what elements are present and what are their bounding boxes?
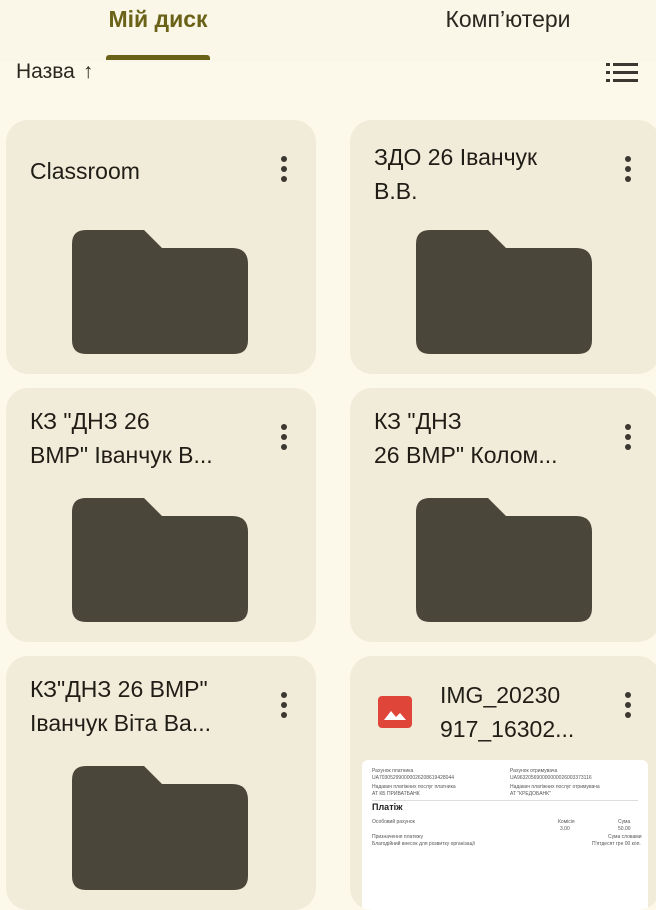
image-icon (378, 696, 412, 728)
folder-icon (72, 498, 248, 622)
folder-icon (72, 766, 248, 890)
thumb-purpose-label: Призначення платежу (372, 834, 424, 840)
thumb-payer-account: UA703052990000026208619428044 (372, 775, 455, 781)
thumb-commission-label: Комісія (558, 819, 575, 825)
sort-label: Назва (16, 60, 75, 83)
more-options-icon[interactable] (276, 156, 292, 196)
sort-button[interactable]: Назва ↑ (16, 58, 93, 86)
item-title: ЗДО 26 Іванчук В.В. (374, 144, 538, 204)
item-title: КЗ "ДНЗ 26 ВМР" Іванчук В... (30, 408, 213, 468)
item-title: КЗ "ДНЗ 26 ВМР" Колом... (374, 408, 558, 468)
more-options-icon[interactable] (620, 424, 636, 464)
folder-icon (416, 230, 592, 354)
thumb-recipient-bank: АТ "КРЕДОБАНК" (510, 791, 551, 797)
thumb-personal-account: Особовий рахунок (372, 819, 415, 825)
grid-item[interactable]: ЗДО 26 Іванчук В.В. (350, 120, 656, 374)
grid-item[interactable]: КЗ"ДНЗ 26 ВМР" Іванчук Віта Ва... (6, 656, 316, 910)
sort-arrow-up-icon: ↑ (82, 60, 94, 83)
grid-item-image[interactable]: IMG_20230 917_16302... Рахунок платника … (350, 656, 656, 910)
thumb-payer-bank-label: Надавач платіжних послуг платника (372, 784, 456, 790)
folder-icon (72, 230, 248, 354)
item-title: Classroom (30, 158, 140, 184)
active-tab-indicator (106, 55, 210, 60)
thumb-sum-words: П'ятдесят грн 00 коп. (592, 841, 641, 847)
grid-item[interactable]: КЗ "ДНЗ 26 ВМР" Іванчук В... (6, 388, 316, 642)
thumb-recipient-account-label: Рахунок отримувача (510, 768, 558, 774)
tab-computers[interactable]: Комп’ютери (430, 6, 586, 33)
thumb-purpose: Благодійний внесок для розвитку організа… (372, 841, 475, 847)
item-title: КЗ"ДНЗ 26 ВМР" Іванчук Віта Ва... (30, 676, 211, 736)
thumb-recipient-account: UA963205690000000026003373116 (510, 775, 592, 781)
image-thumbnail: Рахунок платника UA703052990000026208619… (362, 760, 648, 910)
list-view-icon[interactable] (606, 62, 638, 84)
thumb-payment-title: Платіж (372, 802, 403, 812)
thumb-payer-account-label: Рахунок платника (372, 768, 414, 774)
grid-item[interactable]: Classroom (6, 120, 316, 374)
thumb-sum-label: Сума (618, 819, 631, 825)
thumb-payer-bank: АТ КБ ПРИВАТБАНК (372, 791, 420, 797)
more-options-icon[interactable] (276, 692, 292, 732)
grid-item[interactable]: КЗ "ДНЗ 26 ВМР" Колом... (350, 388, 656, 642)
item-title: IMG_20230 917_16302... (440, 682, 575, 742)
tab-my-drive[interactable]: Мій диск (102, 6, 214, 33)
thumb-recipient-bank-label: Надавач платіжних послуг отримувача (510, 784, 600, 790)
thumb-commission: 3.00 (560, 826, 570, 832)
thumb-divider (372, 800, 638, 801)
thumb-sum-words-label: Сума словами (608, 834, 642, 840)
folder-icon (416, 498, 592, 622)
top-tab-bar: Мій диск Комп’ютери (0, 0, 656, 62)
more-options-icon[interactable] (276, 424, 292, 464)
more-options-icon[interactable] (620, 692, 636, 732)
thumb-sum: 50.00 (618, 826, 631, 832)
more-options-icon[interactable] (620, 156, 636, 196)
